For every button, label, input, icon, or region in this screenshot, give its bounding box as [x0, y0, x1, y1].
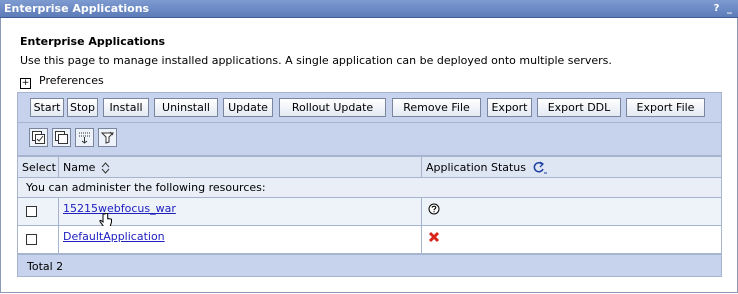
table-total-row: Total 2: [17, 254, 722, 277]
update-button[interactable]: Update: [223, 98, 273, 117]
table-row-select-cell: [17, 226, 59, 254]
rollout-update-button[interactable]: Rollout Update: [279, 98, 386, 117]
selection-toolbar: [17, 123, 722, 156]
window-titlebar: Enterprise Applications ? _: [0, 0, 738, 18]
export-button[interactable]: Export: [487, 98, 532, 117]
preferences-label[interactable]: Preferences: [39, 74, 104, 87]
column-header-name[interactable]: Name: [58, 156, 422, 178]
table-row-status-cell: [421, 198, 722, 226]
column-header-status: Application Status: [421, 156, 722, 178]
application-link[interactable]: 15215webfocus_war: [63, 202, 176, 215]
status-header-label: Application Status: [426, 161, 527, 174]
help-button[interactable]: ?: [711, 3, 722, 14]
unknown-status-icon: [428, 203, 440, 215]
application-link[interactable]: DefaultApplication: [63, 230, 165, 243]
install-button[interactable]: Install: [103, 98, 149, 117]
stop-button[interactable]: Stop: [67, 98, 98, 117]
total-count: Total 2: [27, 260, 64, 273]
deselect-all-icon[interactable]: [52, 128, 71, 147]
remove-file-button[interactable]: Remove File: [392, 98, 481, 117]
resources-info-text: You can administer the following resourc…: [26, 181, 266, 194]
row-checkbox[interactable]: [26, 206, 37, 217]
clear-filter-icon[interactable]: [98, 128, 117, 147]
table-row-name-cell: 15215webfocus_war: [58, 198, 422, 228]
start-button[interactable]: Start: [30, 98, 64, 117]
select-all-icon[interactable]: [29, 128, 48, 147]
stopped-status-icon: [428, 231, 440, 243]
minimize-button[interactable]: _: [724, 3, 735, 14]
export-file-button[interactable]: Export File: [626, 98, 705, 117]
select-header-label: Select: [22, 161, 56, 174]
row-checkbox[interactable]: [26, 234, 37, 245]
page-title: Enterprise Applications: [20, 35, 166, 48]
export-ddl-button[interactable]: Export DDL: [537, 98, 621, 117]
table-row-select-cell: [17, 198, 59, 226]
uninstall-button[interactable]: Uninstall: [154, 98, 218, 117]
expand-icon[interactable]: +: [20, 78, 31, 89]
column-header-select: Select: [17, 156, 59, 178]
refresh-status-icon[interactable]: [532, 161, 548, 175]
sort-icon[interactable]: [101, 162, 110, 174]
table-row-name-cell: DefaultApplication: [58, 226, 422, 254]
resources-info-row: You can administer the following resourc…: [17, 178, 722, 198]
table-row-status-cell: [421, 226, 722, 254]
action-toolbar: Start Stop Install Uninstall Update Roll…: [17, 92, 722, 123]
page-description: Use this page to manage installed applic…: [20, 54, 612, 67]
window-title: Enterprise Applications: [4, 2, 150, 15]
name-header-label[interactable]: Name: [63, 161, 95, 174]
preferences-toggle[interactable]: + Preferences: [20, 74, 104, 89]
show-filter-icon[interactable]: [75, 128, 94, 147]
